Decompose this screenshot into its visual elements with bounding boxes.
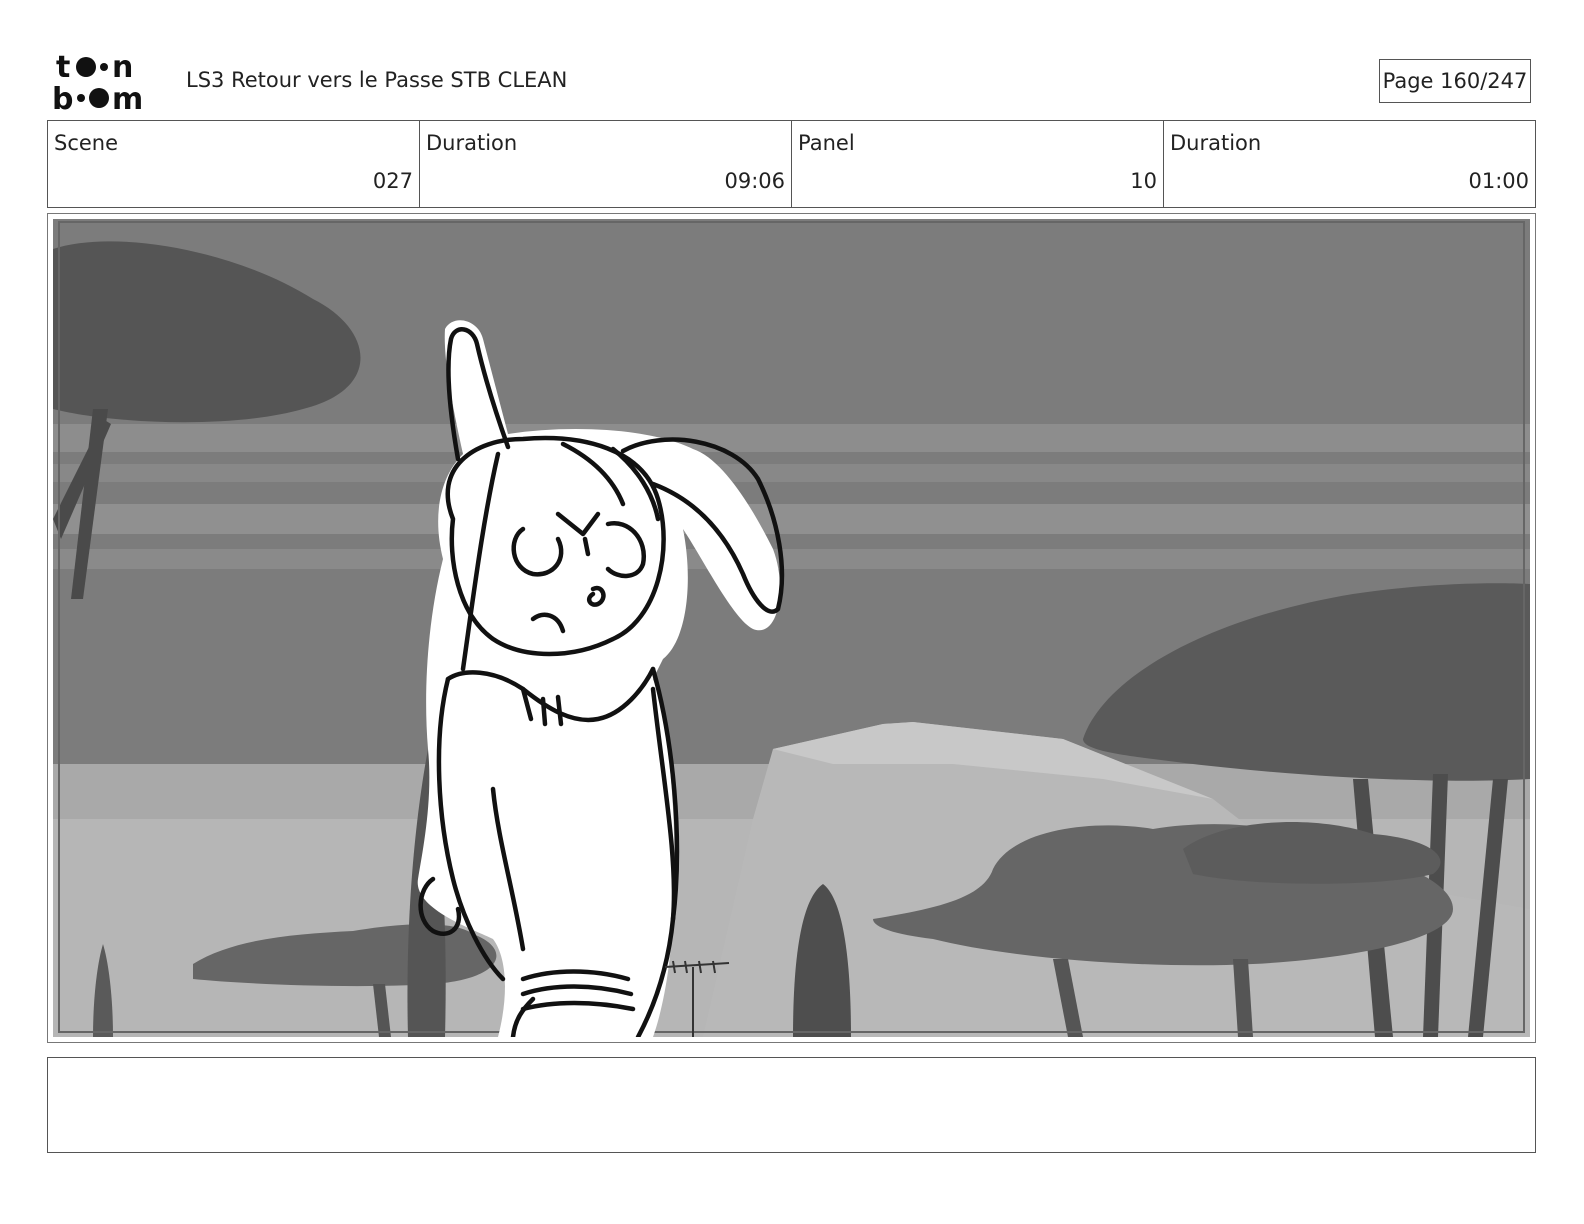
scene-duration-cell: Duration 09:06 [420, 121, 792, 207]
storyboard-panel-image [53, 219, 1530, 1037]
caption-box [47, 1057, 1536, 1153]
svg-text:b: b [52, 82, 73, 112]
page-indicator: Page 160/247 [1379, 59, 1531, 103]
panel-duration-value: 01:00 [1468, 169, 1529, 193]
toonboom-logo: t n b m [52, 50, 143, 112]
scene-label: Scene [54, 131, 119, 155]
document-title: LS3 Retour vers le Passe STB CLEAN [186, 68, 568, 92]
scene-duration-value: 09:06 [724, 169, 785, 193]
scene-duration-label: Duration [426, 131, 518, 155]
panel-duration-label: Duration [1170, 131, 1262, 155]
svg-text:m: m [112, 82, 143, 112]
scene-cell: Scene 027 [48, 121, 420, 207]
svg-text:n: n [112, 50, 133, 85]
svg-text:t: t [56, 50, 70, 85]
panel-info-table: Scene 027 Duration 09:06 Panel 10 Durati… [47, 120, 1536, 208]
scene-value: 027 [372, 169, 413, 193]
panel-value: 10 [1130, 169, 1157, 193]
panel-cell: Panel 10 [792, 121, 1164, 207]
panel-duration-cell: Duration 01:00 [1164, 121, 1535, 207]
panel-label: Panel [798, 131, 855, 155]
